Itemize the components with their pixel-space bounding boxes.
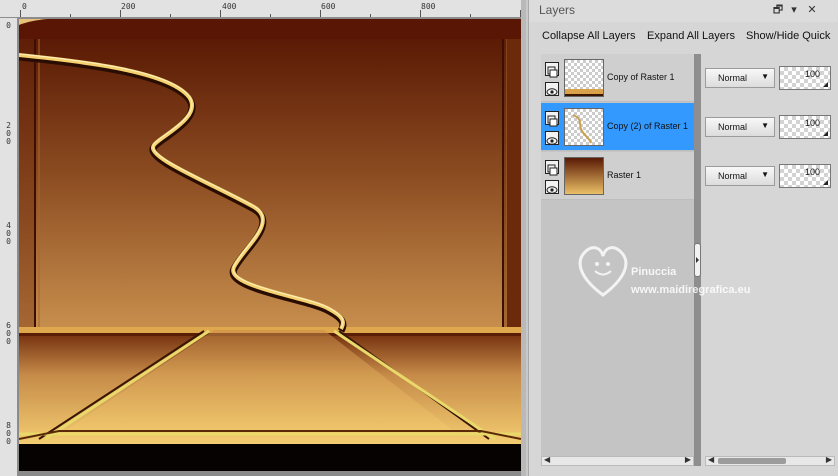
show-hide-quick-button[interactable]: Show/Hide Quick xyxy=(746,30,830,42)
blend-mode-value: Normal xyxy=(718,122,748,132)
chevron-down-icon: ▼ xyxy=(761,121,769,130)
layer-thumbnail xyxy=(564,59,604,97)
pin-icon[interactable]: ▾ xyxy=(787,3,801,17)
ruler-label: 8 0 0 xyxy=(6,421,11,446)
layer-row-raster-1[interactable]: Raster 1 xyxy=(541,152,694,200)
splitter-handle[interactable] xyxy=(694,243,701,277)
resize-corner-icon xyxy=(823,82,828,87)
ruler-label: 6 0 0 xyxy=(6,321,11,346)
document-canvas[interactable] xyxy=(19,19,521,471)
opacity-field[interactable]: 100 xyxy=(779,66,831,90)
resize-corner-icon xyxy=(823,180,828,185)
canvas-edge xyxy=(521,0,526,476)
layer-row-copy-of-raster-1[interactable]: Copy of Raster 1 xyxy=(541,54,694,102)
layer-group-icon[interactable] xyxy=(545,62,559,78)
canvas-image xyxy=(19,19,521,471)
blend-mode-value: Normal xyxy=(718,73,748,83)
scrollbar-thumb[interactable] xyxy=(718,458,786,464)
close-icon[interactable]: ✕ xyxy=(805,3,819,17)
expand-all-layers-button[interactable]: Expand All Layers xyxy=(647,30,735,42)
app-window: 0 200 400 600 800 0 2 0 0 4 0 0 6 0 0 8 … xyxy=(0,0,838,476)
layer-name[interactable]: Copy of Raster 1 xyxy=(607,72,675,82)
scroll-right-icon[interactable]: ▶ xyxy=(685,455,691,464)
layers-title: Layers xyxy=(539,3,576,17)
chevron-down-icon: ▼ xyxy=(761,72,769,81)
blend-mode-value: Normal xyxy=(718,171,748,181)
canvas-panel: 0 200 400 600 800 0 2 0 0 4 0 0 6 0 0 8 … xyxy=(0,0,526,476)
opacity-value: 100 xyxy=(804,69,820,79)
ruler-label: 0 xyxy=(6,21,11,30)
blend-mode-select[interactable]: Normal ▼ xyxy=(705,166,775,186)
collapse-all-layers-button[interactable]: Collapse All Layers xyxy=(542,30,636,42)
layer-thumbnail xyxy=(564,108,604,146)
layer-group-icon[interactable] xyxy=(545,160,559,176)
ruler-ticks xyxy=(20,10,521,17)
ruler-label: 4 0 0 xyxy=(6,221,11,246)
layer-properties-column: Normal ▼ 100 Normal ▼ 100 Normal ▼ 100 xyxy=(701,54,838,466)
opacity-field[interactable]: 100 xyxy=(779,164,831,188)
layers-panel: Layers 🗗 ▾ ✕ Collapse All Layers Expand … xyxy=(528,0,838,476)
layer-group-icon[interactable] xyxy=(545,111,559,127)
blend-mode-select[interactable]: Normal ▼ xyxy=(705,68,775,88)
blend-mode-select[interactable]: Normal ▼ xyxy=(705,117,775,137)
eye-icon[interactable] xyxy=(545,131,559,145)
layers-list: Copy of Raster 1 Copy (2) of Raster 1 Ra… xyxy=(541,54,694,466)
layers-toolbar: Collapse All Layers Expand All Layers Sh… xyxy=(529,26,838,48)
eye-icon[interactable] xyxy=(545,82,559,96)
scroll-left-icon[interactable]: ◀ xyxy=(544,455,550,464)
opacity-field[interactable]: 100 xyxy=(779,115,831,139)
layer-thumbnail xyxy=(564,157,604,195)
ruler-label: 2 0 0 xyxy=(6,121,11,146)
layers-titlebar[interactable]: Layers 🗗 ▾ ✕ xyxy=(529,0,838,22)
layer-row-copy-2-of-raster-1[interactable]: Copy (2) of Raster 1 xyxy=(541,103,694,151)
scroll-right-icon[interactable]: ▶ xyxy=(826,455,832,464)
layer-name[interactable]: Raster 1 xyxy=(607,170,641,180)
resize-corner-icon xyxy=(823,131,828,136)
eye-icon[interactable] xyxy=(545,180,559,194)
chevron-down-icon: ▼ xyxy=(761,170,769,179)
properties-scrollbar[interactable]: ◀ ▶ xyxy=(705,455,835,466)
layers-list-scrollbar[interactable]: ◀ ▶ xyxy=(541,455,694,466)
ruler-horizontal[interactable]: 0 200 400 600 800 xyxy=(0,0,526,18)
opacity-value: 100 xyxy=(804,167,820,177)
layer-name[interactable]: Copy (2) of Raster 1 xyxy=(607,121,688,131)
restore-icon[interactable]: 🗗 xyxy=(771,3,785,17)
scroll-left-icon[interactable]: ◀ xyxy=(708,455,714,464)
ruler-vertical[interactable]: 0 2 0 0 4 0 0 6 0 0 8 0 0 xyxy=(0,18,18,476)
opacity-value: 100 xyxy=(804,118,820,128)
